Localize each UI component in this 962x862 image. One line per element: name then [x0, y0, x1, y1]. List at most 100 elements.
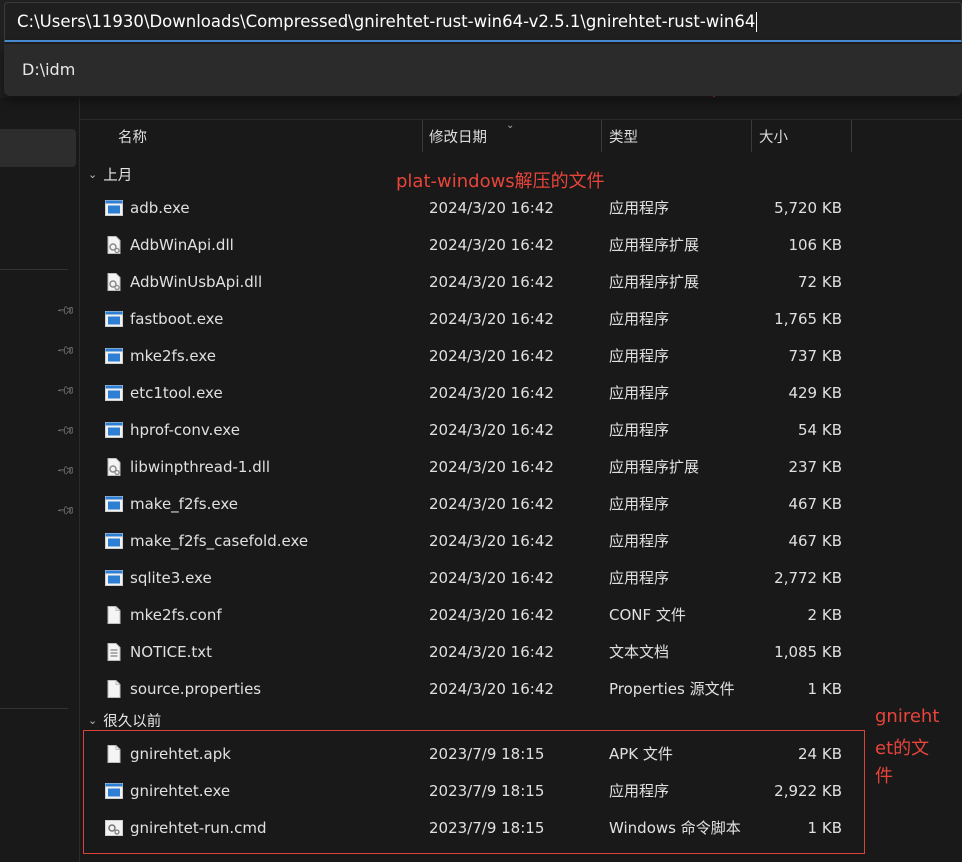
navigation-pane: 📌︎ 📌︎ 📌︎ 📌︎ 📌︎ 📌︎	[0, 98, 80, 862]
file-type: 应用程序扩展	[609, 236, 700, 254]
file-date: 2024/3/20 16:42	[429, 494, 554, 513]
file-name-cell: mke2fs.exe	[104, 337, 216, 374]
file-name-cell: source.properties	[104, 670, 261, 707]
text-file-icon	[104, 642, 124, 662]
file-type: 应用程序	[609, 495, 670, 513]
group-header-last-month[interactable]: ⌄ 上月	[88, 163, 132, 185]
file-name: AdbWinUsbApi.dll	[130, 272, 263, 291]
file-name-cell: AdbWinApi.dll	[104, 226, 234, 263]
file-type: 应用程序	[609, 347, 670, 365]
file-type: 应用程序	[609, 199, 670, 217]
file-name-cell: etc1tool.exe	[104, 374, 223, 411]
file-type: 应用程序	[609, 421, 670, 439]
file-size: 2 KB	[807, 605, 842, 624]
exe-icon	[104, 420, 124, 440]
file-icon	[104, 679, 124, 699]
file-name-cell: NOTICE.txt	[104, 633, 212, 670]
group-label: 上月	[103, 167, 133, 184]
file-row[interactable]: NOTICE.txt 2024/3/20 16:42 文本文档 1,085 KB	[80, 633, 962, 670]
file-name: source.properties	[130, 679, 262, 698]
file-row[interactable]: fastboot.exe 2024/3/20 16:42 应用程序 1,765 KB	[80, 300, 962, 337]
file-date: 2024/3/20 16:42	[429, 568, 554, 587]
nav-divider	[0, 708, 68, 709]
annotation-gnirehtet-line3: 件	[875, 766, 893, 787]
file-date: 2024/3/20 16:42	[429, 235, 554, 254]
pin-icon: 📌︎	[56, 460, 77, 481]
chevron-down-icon: ⌄	[88, 713, 98, 727]
group-header-long-ago[interactable]: ⌄ 很久以前	[88, 709, 161, 731]
file-row[interactable]: mke2fs.conf 2024/3/20 16:42 CONF 文件 2 KB	[80, 596, 962, 633]
nav-item-selected[interactable]	[0, 129, 76, 167]
file-type: 应用程序扩展	[609, 458, 700, 476]
file-size: 54 KB	[798, 420, 842, 439]
pin-icon: 📌︎	[56, 300, 77, 321]
file-row[interactable]: mke2fs.exe 2024/3/20 16:42 应用程序 737 KB	[80, 337, 962, 374]
exe-icon	[104, 309, 124, 329]
file-row[interactable]: hprof-conv.exe 2024/3/20 16:42 应用程序 54 KB	[80, 411, 962, 448]
file-date: 2024/3/20 16:42	[429, 272, 554, 291]
file-type: Properties 源文件	[609, 680, 735, 698]
exe-icon	[104, 198, 124, 218]
file-row[interactable]: source.properties 2024/3/20 16:42 Properti…	[80, 670, 962, 707]
file-date: 2024/3/20 16:42	[429, 531, 554, 550]
dll-icon	[104, 272, 124, 292]
exe-icon	[104, 383, 124, 403]
file-row[interactable]: AdbWinUsbApi.dll 2024/3/20 16:42 应用程序扩展 72 …	[80, 263, 962, 300]
file-type: 应用程序扩展	[609, 273, 700, 291]
file-size: 467 KB	[788, 531, 842, 550]
file-size: 1,765 KB	[774, 309, 842, 328]
file-size: 5,720 KB	[774, 198, 842, 217]
address-suggestion-item[interactable]: D:\idm	[22, 60, 75, 79]
file-icon	[104, 605, 124, 625]
file-name: make_f2fs_casefold.exe	[130, 531, 309, 550]
file-type: 文本文档	[609, 643, 670, 661]
dll-icon	[104, 235, 124, 255]
column-header-date[interactable]: 修改日期	[421, 120, 602, 152]
file-name-cell: fastboot.exe	[104, 300, 223, 337]
address-input[interactable]: C:\Users\11930\Downloads\Compressed\gnir…	[4, 2, 962, 42]
file-name-cell: hprof-conv.exe	[104, 411, 240, 448]
toolbar	[80, 98, 962, 120]
pin-icon: 📌︎	[56, 420, 77, 441]
file-name-cell: adb.exe	[104, 189, 190, 226]
annotation-highlight-box	[83, 730, 865, 854]
annotation-gnirehtet-line2: et的文	[875, 738, 930, 759]
file-name: libwinpthread-1.dll	[130, 457, 271, 476]
file-size: 106 KB	[788, 235, 842, 254]
file-date: 2024/3/20 16:42	[429, 420, 554, 439]
file-row[interactable]: make_f2fs_casefold.exe 2024/3/20 16:42 应用程…	[80, 522, 962, 559]
file-row[interactable]: etc1tool.exe 2024/3/20 16:42 应用程序 429 KB	[80, 374, 962, 411]
file-name: fastboot.exe	[130, 309, 224, 328]
file-date: 2024/3/20 16:42	[429, 457, 554, 476]
file-name: NOTICE.txt	[130, 642, 212, 661]
annotation-platform-tools: plat-windows解压的文件	[396, 171, 605, 192]
exe-icon	[104, 531, 124, 551]
file-name-cell: libwinpthread-1.dll	[104, 448, 270, 485]
column-header-size[interactable]: 大小	[751, 120, 852, 152]
file-type: 应用程序	[609, 310, 670, 328]
file-date: 2024/3/20 16:42	[429, 309, 554, 328]
file-date: 2024/3/20 16:42	[429, 605, 554, 624]
file-row[interactable]: sqlite3.exe 2024/3/20 16:42 应用程序 2,772 KB	[80, 559, 962, 596]
column-header-type[interactable]: 类型	[601, 120, 752, 152]
file-name: mke2fs.conf	[130, 605, 222, 624]
file-row[interactable]: make_f2fs.exe 2024/3/20 16:42 应用程序 467 KB	[80, 485, 962, 522]
file-date: 2024/3/20 16:42	[429, 679, 554, 698]
file-name-cell: sqlite3.exe	[104, 559, 212, 596]
dll-icon	[104, 457, 124, 477]
file-row[interactable]: AdbWinApi.dll 2024/3/20 16:42 应用程序扩展 106 KB	[80, 226, 962, 263]
file-row[interactable]: adb.exe 2024/3/20 16:42 应用程序 5,720 KB	[80, 189, 962, 226]
file-type: 应用程序	[609, 532, 670, 550]
file-row[interactable]: libwinpthread-1.dll 2024/3/20 16:42 应用程序扩展…	[80, 448, 962, 485]
file-type: 应用程序	[609, 384, 670, 402]
nav-divider	[0, 269, 68, 270]
file-name-cell: make_f2fs_casefold.exe	[104, 522, 308, 559]
exe-icon	[104, 568, 124, 588]
file-name: make_f2fs.exe	[130, 494, 238, 513]
file-name-cell: mke2fs.conf	[104, 596, 222, 633]
file-size: 72 KB	[798, 272, 842, 291]
file-size: 237 KB	[788, 457, 842, 476]
file-size: 467 KB	[788, 494, 842, 513]
column-header-name[interactable]: 名称	[110, 120, 423, 152]
file-size: 1,085 KB	[774, 642, 842, 661]
